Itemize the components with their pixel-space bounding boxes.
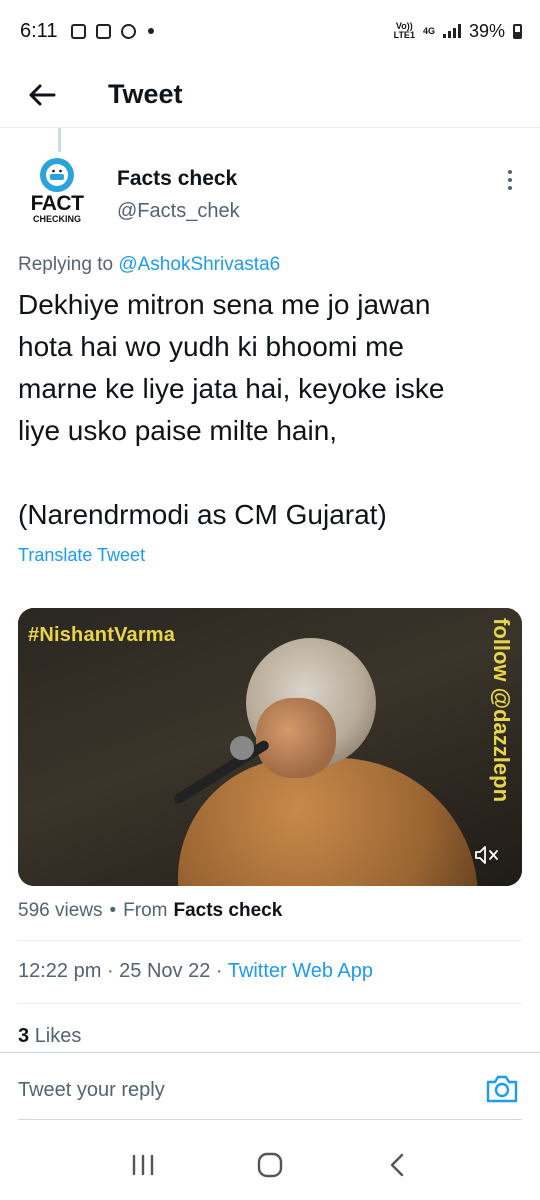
reply-input[interactable]: Tweet your reply [18, 1079, 165, 1102]
tweet-date: 25 Nov 22 [119, 960, 211, 982]
more-dot-icon [508, 186, 512, 190]
tweet-text-line: hota hai wo yudh ki bhoomi me [18, 331, 404, 362]
tweet-time: 12:22 pm [18, 960, 102, 982]
battery-percent: 39% [468, 20, 505, 41]
camera-button[interactable] [484, 1071, 520, 1107]
back-arrow-icon [29, 84, 56, 105]
from-prefix: From [123, 900, 168, 921]
views-row: 596 views • From Facts check [18, 900, 282, 922]
status-bar: 6:11 Vo)) LTE1 4G 39% [0, 0, 540, 62]
volte-indicator: Vo)) LTE1 [394, 22, 415, 40]
video-speaker-face [256, 698, 336, 778]
video-overlay-tag: #NishantVarma [28, 624, 176, 646]
back-button[interactable] [12, 70, 72, 120]
more-dot-icon [508, 178, 512, 182]
likes-count: 3 [18, 1025, 30, 1047]
author-handle[interactable]: @Facts_chek [117, 200, 240, 223]
divider [18, 1003, 522, 1004]
replying-to-link[interactable]: @AshokShrivasta6 [118, 254, 280, 275]
tweet-text: Dekhiye mitron sena me jo jawan hota hai… [18, 284, 523, 536]
translate-tweet-link[interactable]: Translate Tweet [18, 545, 145, 566]
author-name[interactable]: Facts check [117, 167, 237, 191]
data-saver-icon [121, 23, 137, 39]
home-button[interactable] [250, 1145, 290, 1185]
chevron-left-icon [390, 1153, 403, 1177]
mute-button[interactable] [474, 844, 500, 866]
replying-prefix: Replying to [18, 254, 114, 275]
microphone-icon [230, 736, 254, 760]
avatar-text-top: FACT [30, 192, 84, 215]
more-dot-icon [508, 170, 512, 174]
divider [18, 940, 522, 941]
speaker-muted-icon [475, 846, 498, 864]
replying-to-line: Replying to @AshokShrivasta6 [18, 254, 280, 276]
volte-bottom: LTE1 [393, 30, 415, 40]
status-right: Vo)) LTE1 4G 39% [394, 21, 522, 42]
source-app-link[interactable]: Twitter Web App [228, 960, 373, 982]
recent-apps-button[interactable] [123, 1145, 163, 1185]
signal-icon [442, 24, 461, 38]
likes-row[interactable]: 3 Likes [18, 1025, 81, 1048]
tweet-video[interactable]: #NishantVarma follow @dazzlepn [18, 608, 522, 886]
more-options-button[interactable] [498, 166, 522, 194]
reply-underline [18, 1119, 522, 1120]
video-overlay-vertical: follow @dazzlepn [489, 618, 514, 803]
tweet-text-line: marne ke liye jata hai, keyoke iske [18, 373, 445, 404]
separator-dot: • [109, 900, 117, 921]
top-app-bar: Tweet [0, 62, 540, 128]
avatar[interactable]: FACT CHECKING [18, 158, 96, 228]
tweet-text-line: (Narendrmodi as CM Gujarat) [18, 499, 387, 530]
tweet-text-line: Dekhiye mitron sena me jo jawan [18, 289, 431, 320]
home-icon [257, 1152, 283, 1178]
system-back-button[interactable] [377, 1145, 417, 1185]
net-type: 4G [422, 25, 435, 36]
separator: · [215, 960, 228, 982]
avatar-face-icon [40, 158, 74, 192]
tweet-text-line: liye usko paise milte hain, [18, 415, 338, 446]
views-count: 596 views [18, 900, 103, 921]
timestamp-row: 12:22 pm · 25 Nov 22 · Twitter Web App [18, 960, 373, 983]
likes-label: Likes [34, 1025, 82, 1047]
more-notifications-dot-icon [148, 28, 155, 34]
page-title: Tweet [108, 79, 183, 109]
reply-bar: Tweet your reply [0, 1052, 540, 1122]
gallery-notification-icon [71, 23, 87, 39]
app-notification-icon [96, 23, 112, 39]
recents-icon [133, 1154, 154, 1176]
camera-icon [486, 1075, 518, 1103]
separator: · [106, 960, 120, 982]
system-nav-bar [0, 1130, 540, 1200]
avatar-text-bottom: CHECKING [32, 214, 81, 224]
status-time: 6:11 [20, 19, 58, 42]
thread-connector-line [58, 128, 61, 152]
battery-icon [513, 23, 522, 39]
from-name[interactable]: Facts check [173, 900, 282, 922]
